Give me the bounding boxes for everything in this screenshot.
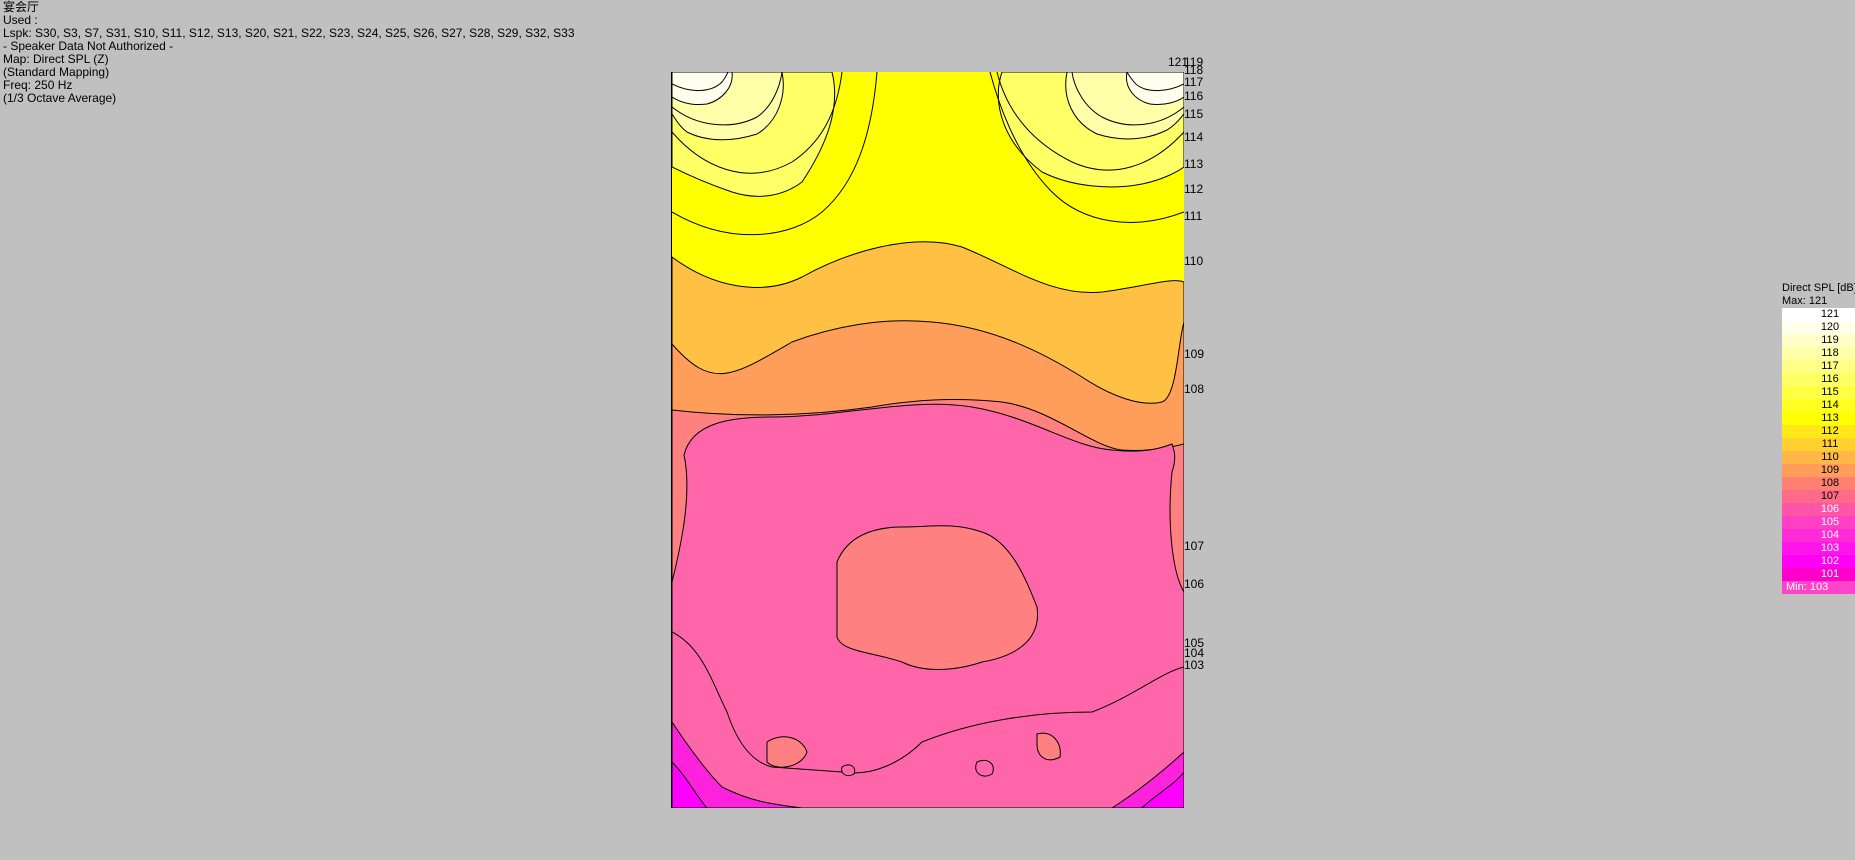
contour-label-109: 109 <box>1184 347 1205 361</box>
legend-swatch <box>1782 451 1805 464</box>
legend-value: 116 <box>1821 373 1839 385</box>
legend-item-101: 101 <box>1782 568 1855 581</box>
contour-label-116: 116 <box>1184 89 1204 103</box>
legend-value: 115 <box>1821 386 1839 398</box>
legend-item-120: 120 <box>1782 321 1855 334</box>
contour-label-113: 113 <box>1184 157 1204 171</box>
legend-value: 118 <box>1821 347 1839 359</box>
venue-name: 宴会厅 <box>3 0 40 14</box>
legend-swatch <box>1782 373 1805 386</box>
legend-item-116: 116 <box>1782 373 1855 386</box>
band-107 <box>975 759 994 777</box>
legend-min-label: Min: 103 <box>1786 581 1829 593</box>
legend-value: 114 <box>1821 399 1839 411</box>
legend-item-105: 105 <box>1782 516 1855 529</box>
legend-swatch <box>1782 308 1805 321</box>
legend-item-110: 110 <box>1782 451 1855 464</box>
contour-label-103: 103 <box>1184 658 1205 672</box>
contour-label-115: 115 <box>1184 107 1204 121</box>
legend-max: Max: 121 <box>1782 295 1828 307</box>
legend-min: Min: 103 <box>1782 581 1855 594</box>
legend-value: 106 <box>1820 503 1840 515</box>
legend-value: 108 <box>1820 477 1840 489</box>
contour-label-114: 114 <box>1184 130 1204 144</box>
legend-item-121: 121 <box>1782 308 1855 321</box>
mapping-mode: (Standard Mapping) <box>3 65 110 79</box>
legend-swatch <box>1782 464 1805 477</box>
legend-swatch <box>1782 503 1805 516</box>
legend-value: 107 <box>1820 490 1840 502</box>
legend-swatch <box>1782 438 1805 451</box>
legend-swatch <box>1782 425 1805 438</box>
contour-label-107: 107 <box>1184 539 1205 553</box>
legend-item-102: 102 <box>1782 555 1855 568</box>
legend-swatch <box>1782 516 1805 529</box>
legend-item-117: 117 <box>1782 360 1855 373</box>
spl-legend: Direct SPL [dB] Max: 121 121 120 119 118 117… <box>1782 282 1855 594</box>
spl-contour-map[interactable] <box>671 72 1184 808</box>
legend-swatch <box>1782 555 1805 568</box>
legend-value: 121 <box>1820 308 1840 320</box>
legend-value: 119 <box>1821 334 1839 346</box>
legend-value: 105 <box>1820 516 1840 528</box>
legend-swatch <box>1782 321 1805 334</box>
legend-value: 103 <box>1820 542 1840 554</box>
legend-item-103: 103 <box>1782 542 1855 555</box>
legend-item-107: 107 <box>1782 490 1855 503</box>
legend-item-119: 119 <box>1782 334 1855 347</box>
legend-item-114: 114 <box>1782 399 1855 412</box>
legend-value: 111 <box>1821 438 1839 450</box>
legend-value: 112 <box>1821 425 1839 437</box>
legend-value: 120 <box>1820 321 1840 333</box>
legend-value: 109 <box>1820 464 1840 476</box>
band-107 <box>841 764 856 777</box>
legend-item-109: 109 <box>1782 464 1855 477</box>
legend-scale: 121 120 119 118 117 116 115 114 113 112 111 110 109 1… <box>1782 308 1855 581</box>
legend-value: 104 <box>1820 529 1840 541</box>
contour-label-117: 117 <box>1184 75 1204 89</box>
contour-label-110: 110 <box>1184 254 1204 268</box>
legend-item-115: 115 <box>1782 386 1855 399</box>
legend-item-106: 106 <box>1782 503 1855 516</box>
map-info: 宴会厅 Used : Lspk: S30, S3, S7, S31, S10, … <box>3 1 575 105</box>
legend-swatch <box>1782 412 1805 425</box>
legend-swatch <box>1782 477 1805 490</box>
legend-swatch <box>1782 347 1805 360</box>
contour-label-112: 112 <box>1184 182 1204 196</box>
legend-swatch <box>1782 542 1805 555</box>
contour-label-108: 108 <box>1184 382 1205 396</box>
legend-swatch <box>1782 360 1805 373</box>
legend-item-112: 112 <box>1782 425 1855 438</box>
legend-swatch <box>1782 386 1805 399</box>
averaging-mode: (1/3 Octave Average) <box>3 91 117 105</box>
legend-swatch <box>1782 334 1805 347</box>
legend-value: 113 <box>1821 412 1839 424</box>
legend-item-118: 118 <box>1782 347 1855 360</box>
legend-value: 110 <box>1821 451 1839 463</box>
legend-value: 102 <box>1820 555 1840 567</box>
legend-swatch <box>1782 568 1805 581</box>
legend-item-111: 111 <box>1782 438 1855 451</box>
legend-item-108: 108 <box>1782 477 1855 490</box>
legend-value: 101 <box>1820 568 1840 580</box>
contour-label-106: 106 <box>1184 577 1205 591</box>
legend-value: 117 <box>1821 360 1839 372</box>
legend-swatch <box>1782 529 1805 542</box>
legend-item-113: 113 <box>1782 412 1855 425</box>
contour-svg <box>672 72 1184 808</box>
legend-title: Direct SPL [dB] <box>1782 282 1855 294</box>
legend-item-104: 104 <box>1782 529 1855 542</box>
legend-swatch <box>1782 399 1805 412</box>
contour-label-121: 121 <box>1168 55 1189 69</box>
legend-swatch <box>1782 490 1805 503</box>
contour-label-111: 111 <box>1184 209 1203 223</box>
